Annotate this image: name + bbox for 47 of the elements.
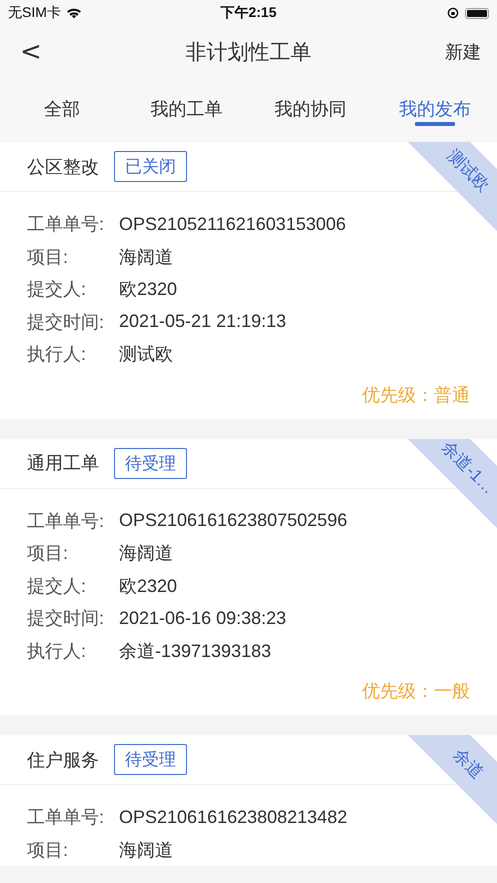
field-label: 提交人: <box>27 574 88 598</box>
order-card[interactable]: 住户服务 待受理 余道 工单单号: OPS2106161623808213482 项目: 海阔道 <box>0 735 497 866</box>
battery-icon <box>465 8 489 18</box>
page-title: 非计划性工单 <box>186 40 312 66</box>
field-label: 工单单号: <box>27 806 106 830</box>
carrier-text: 无SIM卡 <box>8 4 61 22</box>
field-value: 海阔道 <box>119 246 173 269</box>
order-type: 住户服务 <box>27 748 99 772</box>
field-value: OPS2106161623808213482 <box>119 806 348 828</box>
order-type: 通用工单 <box>27 452 99 475</box>
back-button[interactable]: < <box>14 37 48 67</box>
status-badge: 待受理 <box>114 448 187 478</box>
field-label: 工单单号: <box>27 213 106 236</box>
field-value: 欧2320 <box>119 278 178 302</box>
tab[interactable]: 我的协同 <box>248 78 373 140</box>
status-badge: 待受理 <box>114 744 187 775</box>
field-label: 项目: <box>27 246 70 269</box>
tab[interactable]: 我的工单 <box>124 78 248 140</box>
priority-text: 优先级：普通 <box>362 384 470 406</box>
order-card[interactable]: 通用工单 待受理 余道-1… 工单单号: OPS2106161623807502596 项目: 海阔道 提交人: 欧2320 提交时间: 2021-06-16 09:38:23 执行人: 余道-13971393183 优先级：一般 <box>0 438 497 715</box>
field-value: OPS2106161623807502596 <box>119 510 348 532</box>
field-label: 项目: <box>27 838 70 862</box>
wifi-icon <box>66 7 82 19</box>
field-value: 余道-13971393183 <box>119 640 272 663</box>
field-value: 海阔道 <box>119 838 173 862</box>
field-value: 测试欧 <box>119 343 173 366</box>
field-label: 项目: <box>27 542 70 566</box>
field-value: OPS2105211621603153006 <box>119 214 346 235</box>
field-label: 工单单号: <box>27 510 106 533</box>
field-value: 2021-05-21 21:19:13 <box>119 311 286 332</box>
field-label: 提交时间: <box>27 310 106 334</box>
field-label: 提交时间: <box>27 607 106 630</box>
order-type: 公区整改 <box>27 156 99 178</box>
field-label: 提交人: <box>27 278 88 302</box>
field-value: 海阔道 <box>119 542 173 566</box>
field-value: 欧2320 <box>119 574 178 598</box>
new-button[interactable]: 新建 <box>445 40 481 64</box>
priority-text: 优先级：一般 <box>362 680 470 703</box>
tab[interactable]: 我的发布 <box>372 78 497 140</box>
status-badge: 已关闭 <box>114 151 187 182</box>
order-card[interactable]: 公区整改 已关闭 测试欧 工单单号: OPS2105211621603153006 项目: 海阔道 提交人: 欧2320 提交时间: 2021-05-21 21:19:13 执行人: 测试欧 优先级：普通 <box>0 142 497 418</box>
field-value: 2021-06-16 09:38:23 <box>119 608 286 629</box>
clock-time: 下午2:15 <box>220 4 277 22</box>
field-label: 执行人: <box>27 343 88 366</box>
rotation-lock-icon <box>447 7 459 19</box>
field-label: 执行人: <box>27 640 88 663</box>
tab[interactable]: 全部 <box>0 78 124 140</box>
